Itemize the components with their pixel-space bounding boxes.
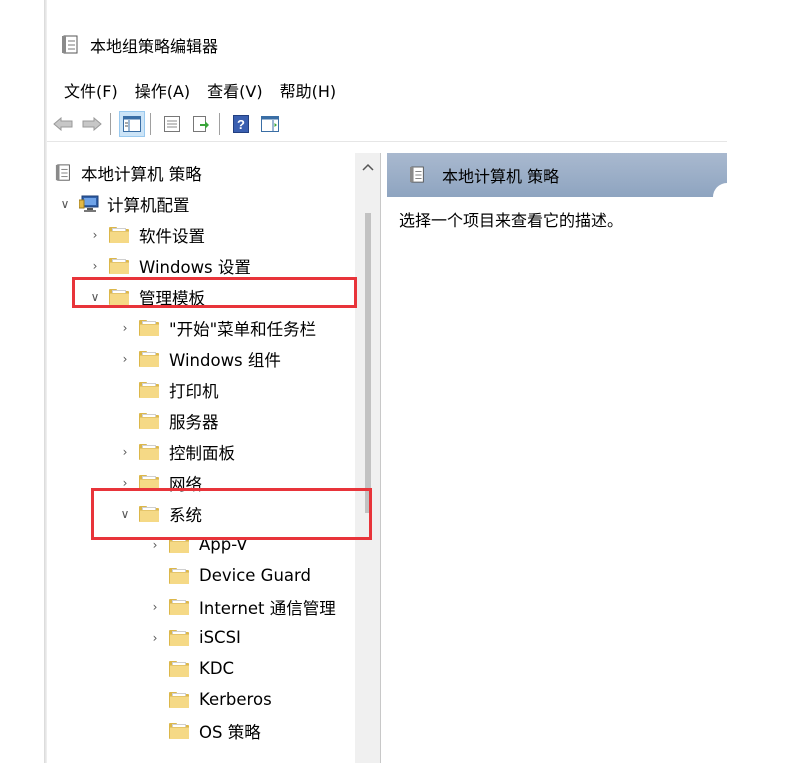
tree-item-label: Kerberos bbox=[199, 690, 272, 709]
window-title: 本地组策略编辑器 bbox=[90, 37, 219, 56]
tree-item[interactable]: › "开始"菜单和任务栏 bbox=[117, 312, 316, 343]
policy-document-icon bbox=[55, 163, 70, 181]
tree-item-label: 控制面板 bbox=[169, 443, 235, 463]
tree-item[interactable]: KDC bbox=[147, 653, 234, 684]
chevron-right-icon[interactable]: › bbox=[87, 258, 103, 274]
export-list-button[interactable] bbox=[188, 111, 214, 137]
tree-root-label: 本地计算机 策略 bbox=[81, 164, 202, 184]
properties-icon bbox=[164, 115, 180, 132]
folder-icon bbox=[169, 567, 191, 584]
details-header-title: 本地计算机 策略 bbox=[442, 167, 560, 186]
tree-item[interactable]: › 软件设置 bbox=[87, 219, 205, 250]
folder-icon bbox=[139, 443, 161, 460]
chevron-right-icon[interactable]: › bbox=[147, 599, 163, 615]
tree-item-label: 服务器 bbox=[169, 412, 219, 432]
folder-icon bbox=[139, 350, 161, 367]
tree-item-label: Windows 设置 bbox=[139, 257, 251, 277]
tree-item-label: 计算机配置 bbox=[107, 195, 190, 215]
policy-document-icon bbox=[62, 35, 78, 54]
tree-item[interactable]: › 控制面板 bbox=[117, 436, 235, 467]
computer-icon bbox=[79, 195, 99, 212]
console-tree-icon bbox=[123, 115, 141, 132]
folder-icon bbox=[139, 381, 161, 398]
toolbar-separator bbox=[110, 112, 111, 135]
folder-icon bbox=[109, 257, 131, 274]
menu-view[interactable]: 查看(V) bbox=[207, 78, 262, 102]
tree-item-label: "开始"菜单和任务栏 bbox=[169, 319, 317, 339]
folder-icon bbox=[139, 412, 161, 429]
tree-item[interactable]: › Internet 通信管理 bbox=[147, 591, 336, 622]
folder-icon bbox=[169, 722, 191, 739]
chevron-right-icon[interactable]: › bbox=[117, 351, 133, 367]
help-icon: ? bbox=[233, 114, 249, 133]
menu-action[interactable]: 操作(A) bbox=[135, 78, 190, 102]
back-button[interactable] bbox=[50, 111, 76, 137]
tree-item[interactable]: Kerberos bbox=[147, 684, 272, 715]
highlight-box-system bbox=[91, 488, 372, 540]
svg-text:?: ? bbox=[237, 117, 245, 132]
export-icon bbox=[193, 115, 209, 132]
toolbar-separator bbox=[219, 112, 220, 135]
details-pane: 本地计算机 策略 选择一个项目来查看它的描述。 bbox=[387, 153, 727, 763]
folder-icon bbox=[109, 226, 131, 243]
help-button[interactable]: ? bbox=[228, 111, 254, 137]
chevron-right-icon[interactable]: › bbox=[87, 227, 103, 243]
folder-icon bbox=[169, 660, 191, 677]
tree-item-label: KDC bbox=[199, 659, 235, 678]
console-tree: 本地计算机 策略 ∨ 计算机配置 › 软件设置 › Windows 设置 ∨ 管… bbox=[47, 153, 381, 763]
menu-bar: 文件(F) 操作(A) 查看(V) 帮助(H) bbox=[47, 76, 336, 104]
tree-scrollbar[interactable] bbox=[355, 153, 380, 763]
arrow-right-icon bbox=[82, 116, 102, 131]
menu-help[interactable]: 帮助(H) bbox=[280, 78, 337, 102]
show-action-pane-button[interactable] bbox=[257, 111, 283, 137]
tree-item[interactable]: 服务器 bbox=[117, 405, 219, 436]
show-hide-tree-button[interactable] bbox=[119, 110, 145, 137]
toolbar: ? bbox=[47, 106, 727, 142]
tree-item-label: OS 策略 bbox=[199, 722, 261, 742]
tree-item-label: 软件设置 bbox=[139, 226, 205, 246]
folder-icon bbox=[169, 691, 191, 708]
properties-button[interactable] bbox=[159, 111, 185, 137]
tree-item-label: Windows 组件 bbox=[169, 350, 281, 370]
tree-item[interactable]: › iSCSI bbox=[147, 622, 241, 653]
chevron-down-icon[interactable]: ∨ bbox=[57, 196, 73, 212]
arrow-left-icon bbox=[53, 116, 73, 131]
gpedit-window: 本地组策略编辑器 文件(F) 操作(A) 查看(V) 帮助(H) ? 本地计算机… bbox=[47, 0, 727, 763]
chevron-right-icon[interactable]: › bbox=[117, 320, 133, 336]
tree-computer-config[interactable]: ∨ 计算机配置 bbox=[57, 188, 190, 219]
tree-item[interactable]: OS 策略 bbox=[147, 715, 261, 746]
menu-file[interactable]: 文件(F) bbox=[64, 78, 118, 102]
policy-document-icon bbox=[410, 166, 424, 183]
tree-item[interactable]: 打印机 bbox=[117, 374, 219, 405]
details-description: 选择一个项目来查看它的描述。 bbox=[399, 211, 624, 230]
tree-item-label: 打印机 bbox=[169, 381, 219, 401]
scrollbar-thumb[interactable] bbox=[365, 213, 371, 513]
tree-item[interactable]: › Windows 组件 bbox=[117, 343, 281, 374]
highlight-box-admin-templates bbox=[72, 277, 357, 308]
details-header: 本地计算机 策略 bbox=[387, 153, 727, 197]
action-pane-icon bbox=[261, 115, 279, 132]
tree-item-label: Device Guard bbox=[199, 566, 311, 585]
folder-icon bbox=[169, 598, 191, 615]
tree-item-label: iSCSI bbox=[199, 628, 241, 647]
toolbar-separator bbox=[150, 112, 151, 135]
tree-root[interactable]: 本地计算机 策略 bbox=[55, 157, 202, 188]
folder-icon bbox=[169, 629, 191, 646]
tree-item-label: Internet 通信管理 bbox=[199, 598, 336, 618]
scroll-up-arrow-icon[interactable] bbox=[362, 163, 374, 171]
title-bar[interactable]: 本地组策略编辑器 bbox=[47, 28, 218, 62]
folder-icon bbox=[139, 319, 161, 336]
chevron-right-icon[interactable]: › bbox=[147, 630, 163, 646]
chevron-right-icon[interactable]: › bbox=[117, 444, 133, 460]
tree-item[interactable]: Device Guard bbox=[147, 560, 311, 591]
forward-button[interactable] bbox=[79, 111, 105, 137]
